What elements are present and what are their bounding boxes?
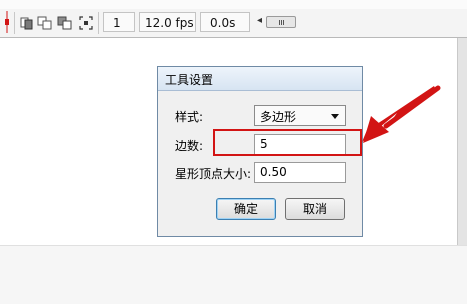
- sides-label: 边数:: [175, 139, 204, 153]
- scroll-left-arrow-icon[interactable]: ◂: [257, 15, 262, 26]
- elapsed-time-field[interactable]: 0.0s: [200, 12, 250, 32]
- toolbar-top-strip: [0, 0, 467, 9]
- toolbar-separator: [14, 12, 15, 34]
- style-select-value: 多边形: [260, 110, 297, 124]
- onion-skin-icon[interactable]: [37, 15, 53, 31]
- frame-rate-field[interactable]: 12.0 fps: [139, 12, 196, 32]
- style-select[interactable]: 多边形: [254, 105, 346, 126]
- dialog-title: 工具设置: [165, 73, 214, 87]
- current-frame-field[interactable]: 1: [103, 12, 135, 32]
- star-point-size-input[interactable]: 0.50: [254, 162, 346, 183]
- stage-right-edge: [457, 38, 467, 245]
- timeline-scroll-thumb[interactable]: [266, 16, 296, 28]
- playhead-icon[interactable]: [3, 11, 11, 33]
- style-label: 样式:: [175, 110, 204, 124]
- star-point-size-label: 星形顶点大小:: [175, 167, 252, 181]
- annotation-highlight-box: [213, 129, 362, 156]
- chevron-down-icon: [331, 114, 339, 119]
- stage-bottom-band: [0, 245, 467, 304]
- cancel-button[interactable]: 取消: [285, 198, 345, 220]
- timeline-toolbar: 1 12.0 fps 0.0s ◂: [0, 0, 467, 38]
- center-frame-icon[interactable]: [20, 15, 36, 31]
- toolbar-divider: [0, 37, 467, 38]
- ok-button[interactable]: 确定: [216, 198, 276, 220]
- onion-skin-outlines-icon[interactable]: [57, 15, 73, 31]
- dialog-titlebar[interactable]: 工具设置: [158, 67, 362, 91]
- toolbar-separator: [98, 12, 99, 34]
- edit-multiple-frames-icon[interactable]: [78, 15, 94, 31]
